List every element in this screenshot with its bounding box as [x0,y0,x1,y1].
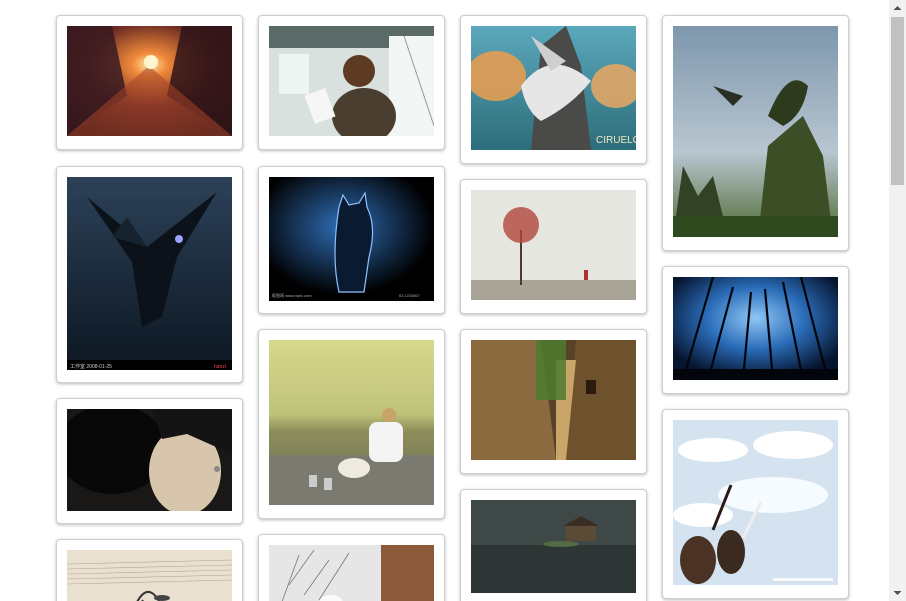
scroll-up-arrow-icon[interactable] [889,0,906,17]
gallery-card[interactable]: 昵图网 www.nipic.com ID:1234567 [258,166,445,314]
dragon-watermark-left: 工作室 2008-01-25 [70,363,112,370]
photo-stone-alley [471,340,636,460]
scroll-thumb[interactable] [891,17,904,185]
gallery-card[interactable] [258,15,445,150]
gallery-card[interactable] [460,489,647,601]
photo-man-dog-sunset [269,340,434,505]
photo-white-dragon: CIRUELO [471,26,636,150]
photo-train-reader [269,26,434,136]
gallery-card[interactable] [662,15,849,251]
scroll-down-arrow-icon[interactable] [889,584,906,601]
gallery-card[interactable] [258,534,445,601]
photo-music-sheet [67,550,232,601]
photo-red-tree-fog [471,190,636,300]
photo-starry-forest [673,277,838,380]
photo-green-dragon [673,26,838,237]
gallery-card[interactable] [662,266,849,394]
photo-city-sunset [67,26,232,136]
photo-dark-dragon: 工作室 2008-01-25 hanzi [67,177,232,370]
photo-girls-sky [673,420,838,585]
gallery-card[interactable] [460,329,647,474]
photo-girl-cat [67,409,232,511]
gallery-card[interactable] [56,398,243,524]
gallery-card[interactable] [258,329,445,519]
gallery-card[interactable] [56,539,243,601]
gallery-card[interactable]: 工作室 2008-01-25 hanzi [56,166,243,383]
cat-watermark-right: ID:1234567 [399,293,420,298]
cat-watermark-left: 昵图网 www.nipic.com [272,292,312,298]
photo-branches-cat [269,545,434,601]
gallery-card[interactable]: CIRUELO [460,15,647,164]
photo-blue-cat: 昵图网 www.nipic.com ID:1234567 [269,177,434,301]
image-gallery: 工作室 2008-01-25 hanzi 昵图网 www.nipic.com I… [0,0,889,601]
vertical-scrollbar[interactable] [889,0,906,601]
dragon-watermark-right: hanzi [214,364,226,370]
photo-floating-house [471,500,636,593]
gallery-card[interactable] [460,179,647,314]
gallery-card[interactable] [662,409,849,599]
gallery-card[interactable] [56,15,243,150]
artist-signature: CIRUELO [596,135,636,146]
